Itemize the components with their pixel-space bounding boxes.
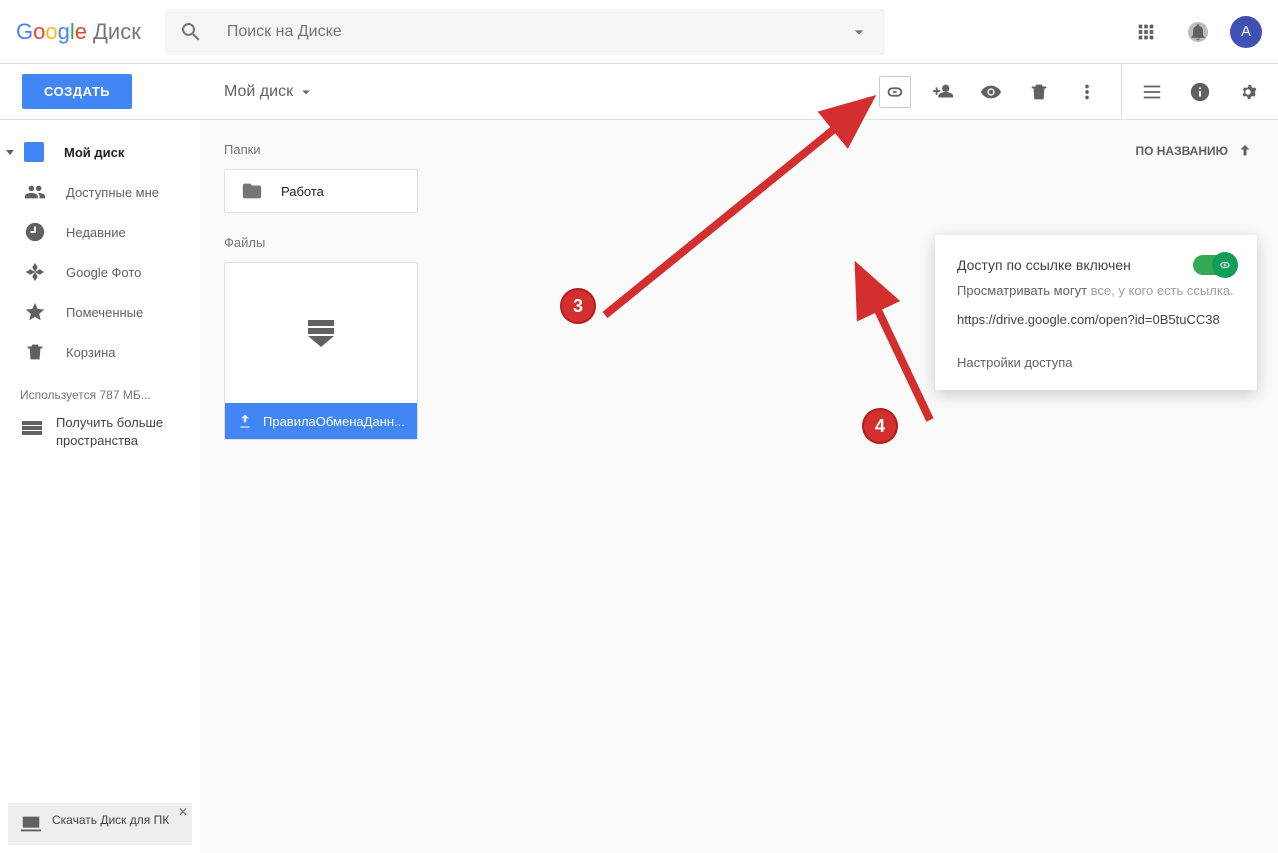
toolbar-right <box>1121 64 1278 119</box>
caret-down-icon <box>297 83 315 101</box>
sidebar-label: Google Фото <box>66 265 141 280</box>
desktop-icon <box>20 813 42 835</box>
sub-prefix: Просматривать могут <box>957 283 1091 298</box>
view-list-button[interactable] <box>1128 68 1176 116</box>
clock-icon <box>24 221 46 243</box>
details-button[interactable] <box>1176 68 1224 116</box>
popover-subtitle: Просматривать могут все, у кого есть ссы… <box>957 283 1235 298</box>
eye-icon <box>980 81 1002 103</box>
search-icon <box>179 20 203 44</box>
download-label: Скачать Диск для ПК <box>52 813 169 827</box>
link-share-popover: Доступ по ссылке включен Просматривать м… <box>935 235 1257 390</box>
link-access-toggle[interactable] <box>1193 255 1235 275</box>
search-input[interactable] <box>227 23 847 41</box>
folder-item[interactable]: Работа <box>224 169 418 213</box>
storage-upsell[interactable]: Получить больше пространства <box>0 410 200 462</box>
popover-title: Доступ по ссылке включен <box>957 257 1131 273</box>
share-url[interactable]: https://drive.google.com/open?id=0B5tuCC… <box>957 312 1235 327</box>
app-header: Google Диск A <box>0 0 1278 64</box>
sidebar-label: Доступные мне <box>66 185 159 200</box>
expand-icon[interactable] <box>6 150 14 155</box>
more-vert-icon <box>1076 81 1098 103</box>
toolbar-actions <box>871 68 1121 116</box>
folder-icon <box>241 180 263 202</box>
account-avatar[interactable]: A <box>1230 16 1262 48</box>
share-button[interactable] <box>919 68 967 116</box>
toolbar: СОЗДАТЬ Мой диск <box>0 64 1278 120</box>
bell-icon <box>1188 22 1208 42</box>
photos-icon <box>24 261 46 283</box>
breadcrumb[interactable]: Мой диск <box>200 83 315 101</box>
folders-header: Папки <box>200 120 1278 169</box>
notifications-button[interactable] <box>1178 12 1218 52</box>
breadcrumb-label: Мой диск <box>224 83 293 101</box>
caret-down-icon <box>849 22 869 42</box>
main-content: ПО НАЗВАНИЮ Папки Работа Файлы ПравилаОб… <box>200 120 1278 853</box>
apps-button[interactable] <box>1126 12 1166 52</box>
trash-icon <box>24 341 46 363</box>
sort-control[interactable]: ПО НАЗВАНИЮ <box>1135 142 1254 160</box>
file-item[interactable]: ПравилаОбменаДанн... <box>224 262 418 440</box>
sidebar-item-shared[interactable]: Доступные мне <box>0 172 200 212</box>
toggle-knob <box>1212 252 1238 278</box>
arrow-up-icon <box>1236 142 1254 160</box>
header-actions: A <box>1126 12 1262 52</box>
sidebar-item-recent[interactable]: Недавние <box>0 212 200 252</box>
sidebar-label: Помеченные <box>66 305 143 320</box>
info-icon <box>1189 81 1211 103</box>
gear-icon <box>1237 81 1259 103</box>
sidebar-item-trash[interactable]: Корзина <box>0 332 200 372</box>
sidebar-item-starred[interactable]: Помеченные <box>0 292 200 332</box>
sidebar-label: Корзина <box>66 345 116 360</box>
create-button[interactable]: СОЗДАТЬ <box>22 74 132 109</box>
sidebar: Мой диск Доступные мне Недавние Google Ф… <box>0 120 200 853</box>
sub-who: все, у кого есть ссылка. <box>1091 283 1234 298</box>
drive-icon <box>24 142 44 162</box>
sidebar-item-mydrive[interactable]: Мой диск <box>0 132 200 172</box>
search-options-dropdown[interactable] <box>847 20 871 44</box>
trash-icon <box>1028 81 1050 103</box>
search-bar[interactable] <box>165 9 885 55</box>
storage-icon <box>20 416 44 440</box>
link-icon <box>1218 258 1232 272</box>
person-add-icon <box>932 81 954 103</box>
sort-label: ПО НАЗВАНИЮ <box>1135 144 1228 158</box>
settings-button[interactable] <box>1224 68 1272 116</box>
sidebar-label: Недавние <box>66 225 126 240</box>
logo[interactable]: Google Диск <box>16 19 141 45</box>
sidebar-item-photos[interactable]: Google Фото <box>0 252 200 292</box>
more-button[interactable] <box>1063 68 1111 116</box>
logo-product: Диск <box>93 19 141 45</box>
download-icon <box>308 320 334 347</box>
get-link-button[interactable] <box>879 76 911 108</box>
file-name-bar: ПравилаОбменаДанн... <box>225 403 417 439</box>
file-name: ПравилаОбменаДанн... <box>263 414 405 429</box>
file-type-icon <box>237 413 253 429</box>
share-settings-link[interactable]: Настройки доступа <box>957 355 1235 370</box>
link-icon <box>884 81 906 103</box>
list-icon <box>1141 81 1163 103</box>
star-icon <box>24 301 46 323</box>
download-drive-promo[interactable]: Скачать Диск для ПК ✕ <box>8 803 192 845</box>
google-logo: Google <box>16 19 87 45</box>
upsell-label: Получить больше пространства <box>56 414 184 450</box>
apps-icon <box>1135 21 1157 43</box>
file-thumbnail <box>225 263 417 403</box>
people-icon <box>24 181 46 203</box>
close-icon[interactable]: ✕ <box>178 805 188 819</box>
delete-button[interactable] <box>1015 68 1063 116</box>
folder-name: Работа <box>281 184 324 199</box>
storage-info: Используется 787 МБ... <box>0 372 200 410</box>
preview-button[interactable] <box>967 68 1015 116</box>
sidebar-label: Мой диск <box>64 145 124 160</box>
